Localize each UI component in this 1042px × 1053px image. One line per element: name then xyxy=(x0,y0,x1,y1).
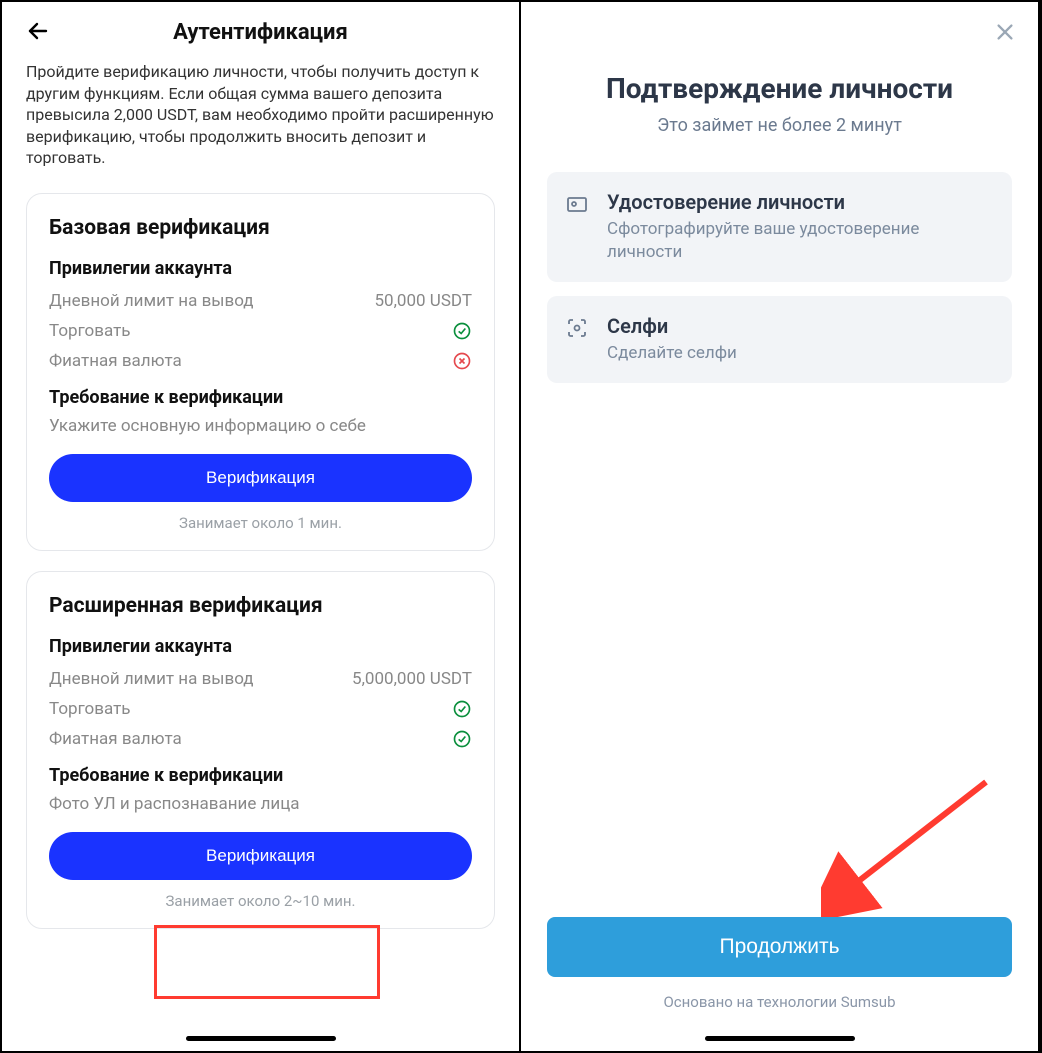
basic-card-title: Базовая верификация xyxy=(49,216,472,240)
advanced-req-desc: Фото УЛ и распознавание лица xyxy=(49,794,472,814)
advanced-fiat-label: Фиатная валюта xyxy=(49,729,182,749)
advanced-trade-row: Торговать xyxy=(49,699,472,719)
basic-verify-button[interactable]: Верификация xyxy=(49,454,472,502)
home-indicator xyxy=(705,1036,855,1041)
step-selfie-title: Селфи xyxy=(607,314,737,338)
advanced-card-title: Расширенная верификация xyxy=(49,594,472,618)
advanced-verification-card: Расширенная верификация Привилегии аккау… xyxy=(26,571,495,929)
step-selfie-desc: Сделайте селфи xyxy=(607,342,737,365)
check-circle-icon xyxy=(452,321,472,341)
step-selfie-card[interactable]: Селфи Сделайте селфи xyxy=(547,296,1012,383)
advanced-time-note: Занимает около 2~10 мин. xyxy=(49,892,472,910)
basic-trade-row: Торговать xyxy=(49,321,472,341)
right-content: Подтверждение личности Это займет не бол… xyxy=(521,2,1038,1051)
home-indicator xyxy=(186,1036,336,1041)
check-circle-icon xyxy=(452,729,472,749)
basic-fiat-label: Фиатная валюта xyxy=(49,351,182,371)
advanced-withdraw-value: 5,000,000 USDT xyxy=(352,669,472,689)
advanced-trade-label: Торговать xyxy=(49,699,130,719)
check-circle-icon xyxy=(452,699,472,719)
x-circle-icon xyxy=(452,351,472,371)
basic-withdraw-value: 50,000 USDT xyxy=(374,291,472,311)
left-header: Аутентификация xyxy=(2,2,519,55)
basic-req-label: Требование к верификации xyxy=(49,387,472,408)
left-panel: Аутентификация Пройдите верификацию личн… xyxy=(2,2,521,1051)
step-selfie-text: Селфи Сделайте селфи xyxy=(607,314,737,365)
basic-privileges-label: Привилегии аккаунта xyxy=(49,258,472,279)
basic-time-note: Занимает около 1 мин. xyxy=(49,514,472,532)
id-card-icon xyxy=(565,190,591,264)
page-title: Аутентификация xyxy=(26,20,495,45)
basic-withdraw-label: Дневной лимит на вывод xyxy=(49,291,254,311)
annotation-highlight-box xyxy=(154,925,380,999)
powered-by-text: Основано на технологии Sumsub xyxy=(547,993,1012,1011)
advanced-fiat-row: Фиатная валюта xyxy=(49,729,472,749)
basic-verification-card: Базовая верификация Привилегии аккаунта … xyxy=(26,193,495,551)
back-arrow-icon[interactable] xyxy=(26,19,50,47)
advanced-withdraw-row: Дневной лимит на вывод 5,000,000 USDT xyxy=(49,669,472,689)
face-scan-icon xyxy=(565,314,591,365)
right-bottom-area: Продолжить Основано на технологии Sumsub xyxy=(547,917,1012,1011)
basic-fiat-row: Фиатная валюта xyxy=(49,351,472,371)
step-id-desc: Сфотографируйте ваше удостоверение лично… xyxy=(607,218,994,264)
identity-title: Подтверждение личности xyxy=(547,72,1012,105)
step-id-title: Удостоверение личности xyxy=(607,190,994,214)
basic-trade-label: Торговать xyxy=(49,321,130,341)
basic-req-desc: Укажите основную информацию о себе xyxy=(49,416,472,436)
advanced-privileges-label: Привилегии аккаунта xyxy=(49,636,472,657)
advanced-verify-button[interactable]: Верификация xyxy=(49,832,472,880)
intro-text: Пройдите верификацию личности, чтобы пол… xyxy=(2,55,519,183)
continue-button[interactable]: Продолжить xyxy=(547,917,1012,977)
step-id-card[interactable]: Удостоверение личности Сфотографируйте в… xyxy=(547,172,1012,282)
close-icon[interactable] xyxy=(994,20,1016,50)
identity-subtitle: Это займет не более 2 минут xyxy=(547,115,1012,136)
basic-withdraw-row: Дневной лимит на вывод 50,000 USDT xyxy=(49,291,472,311)
right-panel: Подтверждение личности Это займет не бол… xyxy=(521,2,1040,1051)
advanced-req-label: Требование к верификации xyxy=(49,765,472,786)
step-id-text: Удостоверение личности Сфотографируйте в… xyxy=(607,190,994,264)
advanced-withdraw-label: Дневной лимит на вывод xyxy=(49,669,254,689)
